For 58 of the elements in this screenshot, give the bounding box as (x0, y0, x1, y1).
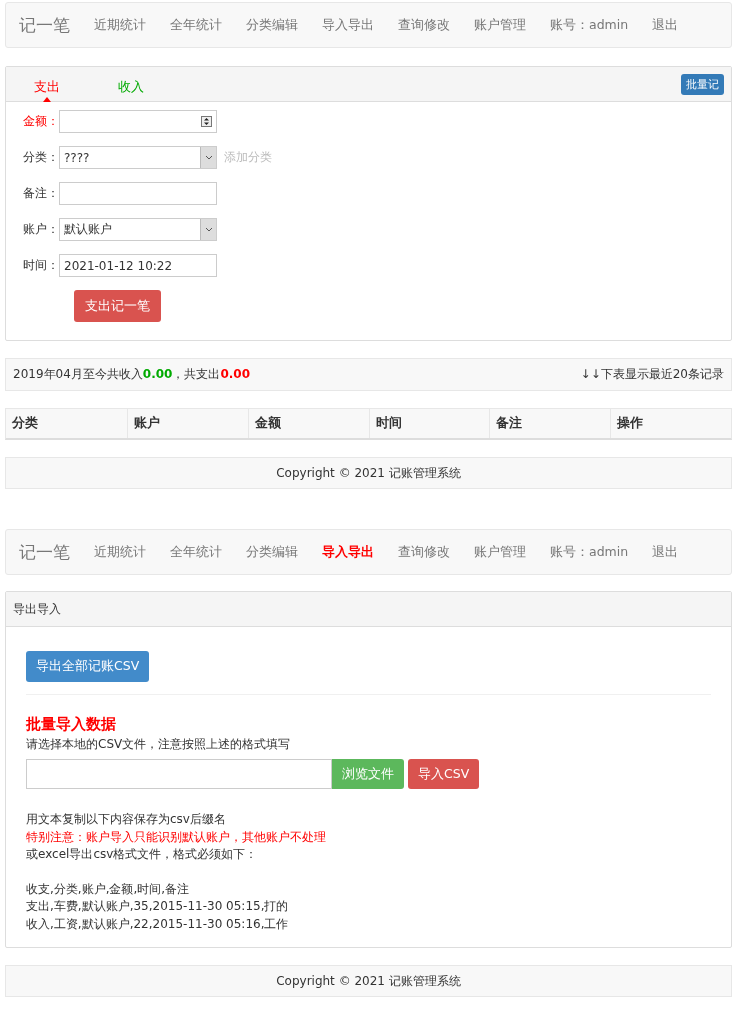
spinner-icon[interactable] (201, 116, 212, 127)
field-label: 备注： (22, 185, 59, 202)
tab[interactable]: 支出 (34, 66, 60, 102)
column-header: 时间 (368, 409, 490, 438)
select-field[interactable]: ???? (59, 146, 217, 169)
column-header: 操作 (610, 409, 731, 438)
hint-text: 请选择本地的CSV文件，注意按照上述的格式填写 (26, 736, 292, 753)
column-header: 账户 (126, 409, 248, 438)
nav-link[interactable]: 导入导出 (310, 543, 386, 561)
submit-button[interactable]: 支出记一笔 (74, 290, 161, 322)
nav-link[interactable]: 近期统计 (82, 16, 158, 34)
nav-link[interactable]: 分类编辑 (234, 16, 310, 34)
format-line: 收支,分类,账户,金额,时间,备注 (26, 880, 191, 898)
nav-link[interactable]: 查询修改 (386, 16, 462, 34)
input-field[interactable]: 2021-01-12 10:22 (59, 254, 217, 277)
nav-link[interactable]: 账户管理 (462, 16, 538, 34)
import-button[interactable]: 导入CSV (408, 759, 480, 789)
summary-note: ↓↓下表显示最近20条记录 (580, 366, 724, 383)
nav-link[interactable]: 导入导出 (310, 16, 386, 34)
copyright-text: Copyright © 2021 记账管理系统 (276, 464, 461, 482)
summary-text: 2019年04月至今共收入0.00，共支出 0.00 (13, 366, 251, 383)
nav-link[interactable]: 账户管理 (462, 543, 538, 561)
dropdown-icon[interactable] (200, 147, 216, 168)
copyright-text: Copyright © 2021 记账管理系统 (276, 972, 461, 990)
note-text: 用文本复制以下内容保存为csv后缀名 (26, 811, 227, 828)
dropdown-icon[interactable] (200, 219, 216, 240)
input-field[interactable] (59, 182, 217, 205)
nav-link[interactable]: 全年统计 (158, 16, 234, 34)
nav-link[interactable]: 账号：admin (538, 543, 641, 561)
brand[interactable]: 记一笔 (19, 540, 70, 564)
field-label: 分类： (22, 149, 59, 166)
input-field[interactable] (59, 110, 217, 133)
nav-link[interactable]: 查询修改 (386, 543, 462, 561)
export-button[interactable]: 导出全部记账CSV (26, 651, 150, 682)
nav-link[interactable]: 账号：admin (538, 16, 641, 34)
batch-button[interactable]: 批量记 (681, 73, 724, 95)
select-field[interactable]: 默认账户 (59, 218, 217, 241)
note-text: 特别注意：账户导入只能识别默认账户，其他账户不处理 (26, 828, 327, 846)
format-line: 支出,车费,默认账户,35,2015-11-30 05:15,打的 (26, 898, 290, 915)
column-header: 分类 (11, 414, 39, 432)
field-label: 时间： (22, 257, 59, 274)
note-text: 或excel导出csv格式文件，格式必须如下： (26, 846, 259, 863)
column-header: 金额 (247, 409, 369, 438)
browse-button[interactable]: 浏览文件 (332, 759, 404, 789)
nav-link[interactable]: 退出 (640, 16, 691, 34)
field-label: 账户： (22, 221, 59, 238)
nav-link[interactable]: 近期统计 (82, 543, 158, 561)
nav-link[interactable]: 分类编辑 (234, 543, 310, 561)
tab[interactable]: 收入 (118, 66, 144, 102)
file-field[interactable] (26, 759, 332, 789)
nav-link[interactable]: 退出 (640, 543, 691, 561)
format-line: 收入,工资,默认账户,22,2015-11-30 05:16,工作 (26, 915, 290, 933)
column-header: 备注 (489, 409, 611, 438)
nav-link[interactable]: 全年统计 (158, 543, 234, 561)
field-label: 金额： (22, 113, 59, 130)
brand[interactable]: 记一笔 (19, 13, 70, 37)
section-heading: 批量导入数据 (26, 715, 117, 734)
panel-title: 导出导入 (13, 600, 61, 618)
